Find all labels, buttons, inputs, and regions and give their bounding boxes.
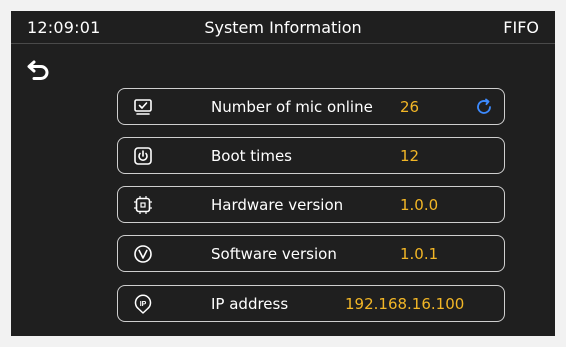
boot-times-value: 12 bbox=[400, 147, 420, 165]
hardware-version-label: Hardware version bbox=[211, 196, 344, 214]
refresh-icon bbox=[477, 98, 491, 114]
mic-online-row: Number of mic online 26 bbox=[117, 88, 505, 125]
software-version-row: Software version 1.0.1 bbox=[117, 235, 505, 272]
mode-indicator: FIFO bbox=[503, 18, 539, 37]
page-title: System Information bbox=[204, 18, 362, 37]
hardware-version-value: 1.0.0 bbox=[400, 196, 439, 214]
software-v-icon bbox=[133, 244, 153, 264]
hardware-version-row: Hardware version 1.0.0 bbox=[117, 186, 505, 223]
ip-address-label: IP address bbox=[211, 295, 289, 313]
mic-online-label: Number of mic online bbox=[211, 98, 373, 116]
boot-times-row: Boot times 12 bbox=[117, 137, 505, 174]
device-screen: 12:09:01 System Information FIFO Number … bbox=[11, 11, 555, 336]
svg-text:IP: IP bbox=[140, 301, 147, 308]
monitor-check-icon bbox=[133, 97, 153, 117]
boot-times-label: Boot times bbox=[211, 147, 292, 165]
back-button[interactable] bbox=[25, 56, 55, 84]
power-icon bbox=[133, 146, 153, 166]
ip-address-value: 192.168.16.100 bbox=[345, 295, 465, 313]
chip-icon bbox=[133, 195, 153, 215]
mic-online-value: 26 bbox=[400, 98, 420, 116]
ip-pin-icon: IP bbox=[133, 294, 153, 314]
status-bar: 12:09:01 System Information FIFO bbox=[11, 11, 555, 44]
ip-address-row: IP IP address 192.168.16.100 bbox=[117, 285, 505, 322]
refresh-button[interactable] bbox=[474, 97, 494, 117]
software-version-value: 1.0.1 bbox=[400, 245, 439, 263]
back-arrow-icon bbox=[27, 60, 49, 80]
software-version-label: Software version bbox=[211, 245, 337, 263]
